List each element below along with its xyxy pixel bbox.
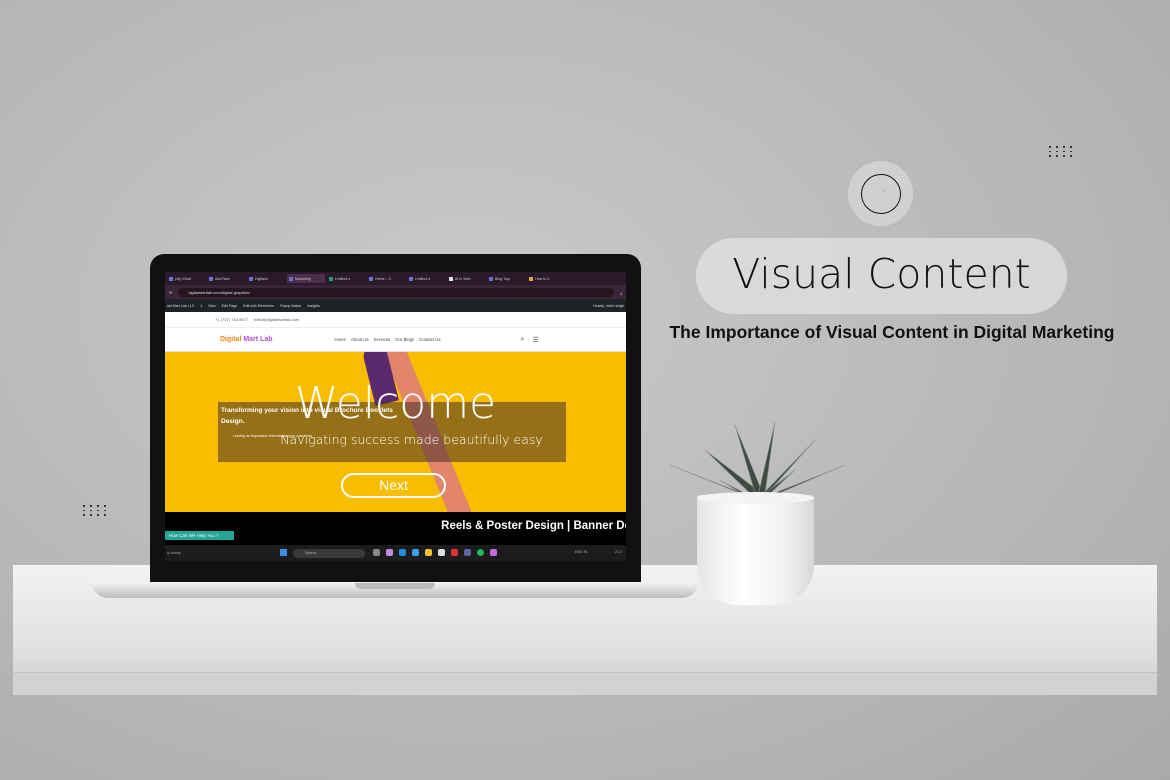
browser-tab[interactable]: Add New <box>207 274 245 283</box>
nav-home[interactable]: Home <box>335 337 346 342</box>
marquee-band: Reels & Poster Design | Banner De How Ca… <box>165 512 626 545</box>
banner-subtitle: The Importance of Visual Content in Digi… <box>669 322 1115 342</box>
hero-tagline: Navigating success made beautifully easy <box>280 432 543 447</box>
browser-tab[interactable]: (46) What <box>167 274 205 283</box>
nav-about[interactable]: About Us <box>351 337 369 342</box>
site-nav: Digital Mart Lab Home About Us Services … <box>165 328 626 352</box>
task-view-icon[interactable] <box>373 549 380 556</box>
shelf-edge <box>13 672 1157 695</box>
browser-tab-active[interactable]: Marketing <box>287 274 325 283</box>
wp-howdy[interactable]: Howdy, victor singh <box>593 304 624 308</box>
wp-elementor[interactable]: Edit with Elementor <box>243 304 274 308</box>
url-input[interactable]: digitalmartlab.com/digital-graphics/ <box>178 287 615 297</box>
download-icon[interactable]: ⤓ <box>620 290 622 295</box>
wp-insights[interactable]: Insights <box>308 304 320 308</box>
menu-icon[interactable]: ☰ <box>532 336 538 344</box>
laptop-screen: (46) What Add New Digitalm Marketing Unt… <box>165 272 626 561</box>
hero-welcome: Welcome <box>294 378 497 429</box>
plant-pot-rim <box>697 492 814 504</box>
decorative-dots <box>1049 146 1074 157</box>
browser-tab[interactable]: AI in Web <box>447 274 485 283</box>
help-button[interactable]: How Can We Help You ? <box>165 531 234 540</box>
weather[interactable]: ly cloudy <box>167 551 181 555</box>
wp-popup-maker[interactable]: Popup Maker <box>280 304 301 308</box>
plant-pot <box>697 495 814 605</box>
browser-tab[interactable]: Digitalm <box>247 274 285 283</box>
store-icon[interactable] <box>438 549 445 556</box>
banner-title: Visual Content <box>732 250 1031 298</box>
next-button[interactable]: Next <box>341 473 446 498</box>
email[interactable]: hello@digitalmartlab.com <box>254 317 299 322</box>
chrome-icon[interactable] <box>412 549 419 556</box>
compass-icon <box>861 174 901 214</box>
windows-start-icon[interactable] <box>280 549 287 556</box>
browser-tab[interactable]: How to C <box>527 274 565 283</box>
hero: Transforming your vision into visual Bro… <box>165 352 626 512</box>
teams-icon[interactable] <box>464 549 471 556</box>
taskbar: ly cloudy Search ENG IN 22-0 <box>165 545 626 561</box>
browser-tab[interactable]: Blog Topi <box>487 274 525 283</box>
site-topbar: +1 (717) 710-9577 hello@digitalmartlab.c… <box>165 312 626 328</box>
language[interactable]: ENG IN <box>575 550 587 554</box>
wp-site-link[interactable]: ital Mart Lab LLC <box>167 304 194 308</box>
browser-tab[interactable]: Untitled s <box>327 274 365 283</box>
mcafee-icon[interactable] <box>451 549 458 556</box>
browser-tabs: (46) What Add New Digitalm Marketing Unt… <box>165 272 626 285</box>
clock[interactable]: 22-0 <box>615 550 622 554</box>
nav-contact[interactable]: Contact Us <box>419 337 440 342</box>
nav-blogs[interactable]: Our Blogs <box>395 337 414 342</box>
marquee-text: Reels & Poster Design | Banner De <box>441 520 626 532</box>
nav-services[interactable]: Services <box>374 337 390 342</box>
laptop-notch <box>355 583 435 589</box>
taskbar-search[interactable]: Search <box>293 549 365 558</box>
phone[interactable]: +1 (717) 710-9577 <box>215 317 248 322</box>
wp-new[interactable]: New <box>208 304 215 308</box>
browser-tab[interactable]: Untitled d <box>407 274 445 283</box>
browser-tab[interactable]: Home – C <box>367 274 405 283</box>
decorative-dots <box>83 505 108 516</box>
address-bar-row: ⟳ digitalmartlab.com/digital-graphics/ ⤓ <box>165 285 626 299</box>
wp-edit-page[interactable]: Edit Page <box>222 304 238 308</box>
site-logo[interactable]: Digital Mart Lab <box>220 336 273 343</box>
copilot-icon[interactable] <box>386 549 393 556</box>
spotify-icon[interactable] <box>477 549 484 556</box>
folder-icon[interactable] <box>425 549 432 556</box>
search-icon[interactable]: ⌕ <box>521 336 525 344</box>
edge-icon[interactable] <box>399 549 406 556</box>
wp-admin-bar: ital Mart Lab LLC 1 New Edit Page Edit w… <box>165 299 626 312</box>
reload-icon[interactable]: ⟳ <box>169 290 172 295</box>
chrome-profile-icon[interactable] <box>490 549 497 556</box>
wp-comments[interactable]: 1 <box>200 304 202 308</box>
taskbar-icons <box>373 549 497 556</box>
